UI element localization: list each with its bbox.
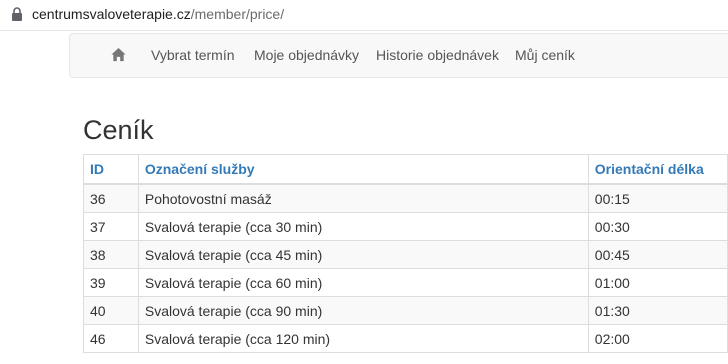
table-header-row: ID Označení služby Orientační délka	[83, 154, 728, 185]
lock-icon[interactable]	[11, 7, 23, 21]
cell-service-name: Svalová terapie (cca 120 min)	[137, 324, 589, 353]
cell-service-name: Svalová terapie (cca 90 min)	[137, 296, 589, 325]
nav-item-book-appointment[interactable]: Vybrat termín	[151, 34, 235, 77]
nav-item-order-history[interactable]: Historie objednávek	[376, 34, 499, 77]
address-bar[interactable]: centrumsvaloveterapie.cz/member/price/	[0, 0, 728, 31]
nav-item-my-orders[interactable]: Moje objednávky	[254, 34, 359, 77]
url-path: /member/price/	[190, 6, 285, 22]
cell-service-name: Pohotovostní masáž	[137, 183, 589, 213]
cell-service-name: Svalová terapie (cca 45 min)	[137, 240, 589, 269]
column-header-service-name[interactable]: Označení služby	[137, 154, 589, 185]
home-icon[interactable]	[111, 47, 126, 62]
cell-service-name: Svalová terapie (cca 60 min)	[137, 268, 589, 297]
cell-duration: 01:30	[587, 296, 728, 325]
cell-id: 40	[83, 296, 139, 325]
table-row: 38 Svalová terapie (cca 45 min) 00:45	[83, 240, 728, 269]
url-text[interactable]: centrumsvaloveterapie.cz/member/price/	[32, 6, 284, 22]
nav-item-my-price-list[interactable]: Můj ceník	[515, 34, 575, 77]
cell-duration: 00:15	[587, 183, 728, 213]
price-table: ID Označení služby Orientační délka 36 P…	[83, 154, 728, 353]
cell-duration: 00:30	[587, 212, 728, 241]
cell-service-name: Svalová terapie (cca 30 min)	[137, 212, 589, 241]
url-host: centrumsvaloveterapie.cz	[32, 6, 191, 22]
page-title: Ceník	[83, 115, 154, 145]
cell-id: 37	[83, 212, 139, 241]
table-row: 46 Svalová terapie (cca 120 min) 02:00	[83, 324, 728, 353]
browser-viewport: centrumsvaloveterapie.cz/member/price/ V…	[0, 0, 728, 364]
main-navbar: Vybrat termín Moje objednávky Historie o…	[69, 33, 728, 78]
cell-id: 38	[83, 240, 139, 269]
cell-id: 36	[83, 183, 139, 213]
table-row: 36 Pohotovostní masáž 00:15	[83, 183, 728, 213]
cell-duration: 00:45	[587, 240, 728, 269]
cell-id: 46	[83, 324, 139, 353]
table-row: 37 Svalová terapie (cca 30 min) 00:30	[83, 212, 728, 241]
cell-id: 39	[83, 268, 139, 297]
cell-duration: 02:00	[587, 324, 728, 353]
table-row: 39 Svalová terapie (cca 60 min) 01:00	[83, 268, 728, 297]
column-header-duration[interactable]: Orientační délka	[587, 154, 728, 185]
cell-duration: 01:00	[587, 268, 728, 297]
table-row: 40 Svalová terapie (cca 90 min) 01:30	[83, 296, 728, 325]
column-header-id[interactable]: ID	[83, 154, 139, 185]
